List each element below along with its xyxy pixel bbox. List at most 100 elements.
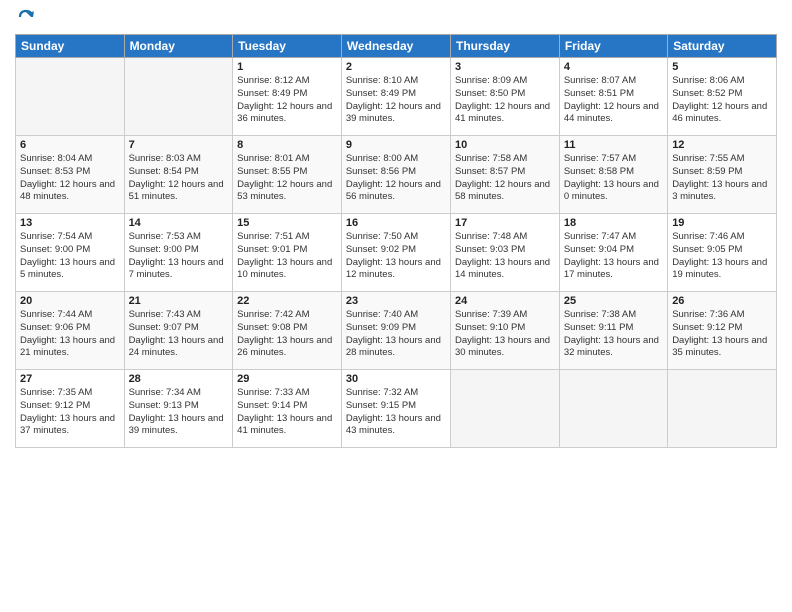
day-number: 2: [346, 61, 446, 73]
day-number: 9: [346, 139, 446, 151]
calendar-week-3: 13 Sunrise: 7:54 AM Sunset: 9:00 PM Dayli…: [16, 214, 777, 292]
calendar-cell: 1 Sunrise: 8:12 AM Sunset: 8:49 PM Daylig…: [233, 58, 342, 136]
calendar-cell: [124, 58, 233, 136]
calendar-cell: 27 Sunrise: 7:35 AM Sunset: 9:12 PM Dayli…: [16, 370, 125, 448]
day-number: 23: [346, 295, 446, 307]
day-info: Sunrise: 7:42 AM Sunset: 9:08 PM Dayligh…: [237, 309, 337, 360]
day-info: Sunrise: 7:32 AM Sunset: 9:15 PM Dayligh…: [346, 387, 446, 438]
calendar-header-monday: Monday: [124, 35, 233, 58]
day-info: Sunrise: 7:46 AM Sunset: 9:05 PM Dayligh…: [672, 231, 772, 282]
day-number: 12: [672, 139, 772, 151]
day-info: Sunrise: 7:40 AM Sunset: 9:09 PM Dayligh…: [346, 309, 446, 360]
calendar-header-saturday: Saturday: [668, 35, 777, 58]
day-info: Sunrise: 7:53 AM Sunset: 9:00 PM Dayligh…: [129, 231, 229, 282]
day-info: Sunrise: 7:44 AM Sunset: 9:06 PM Dayligh…: [20, 309, 120, 360]
day-info: Sunrise: 7:58 AM Sunset: 8:57 PM Dayligh…: [455, 153, 555, 204]
calendar-cell: [16, 58, 125, 136]
day-number: 15: [237, 217, 337, 229]
calendar-cell: 2 Sunrise: 8:10 AM Sunset: 8:49 PM Daylig…: [341, 58, 450, 136]
calendar-cell: 11 Sunrise: 7:57 AM Sunset: 8:58 PM Dayli…: [559, 136, 667, 214]
calendar-header-tuesday: Tuesday: [233, 35, 342, 58]
logo-icon: [17, 8, 35, 26]
day-info: Sunrise: 7:36 AM Sunset: 9:12 PM Dayligh…: [672, 309, 772, 360]
day-info: Sunrise: 8:09 AM Sunset: 8:50 PM Dayligh…: [455, 75, 555, 126]
calendar-cell: 25 Sunrise: 7:38 AM Sunset: 9:11 PM Dayli…: [559, 292, 667, 370]
calendar-cell: 15 Sunrise: 7:51 AM Sunset: 9:01 PM Dayli…: [233, 214, 342, 292]
day-number: 26: [672, 295, 772, 307]
calendar-cell: 12 Sunrise: 7:55 AM Sunset: 8:59 PM Dayli…: [668, 136, 777, 214]
calendar-cell: 30Sunrise: 7:32 AM Sunset: 9:15 PM Dayli…: [341, 370, 450, 448]
calendar-header-thursday: Thursday: [451, 35, 560, 58]
calendar-cell: 8 Sunrise: 8:01 AM Sunset: 8:55 PM Daylig…: [233, 136, 342, 214]
day-info: Sunrise: 7:35 AM Sunset: 9:12 PM Dayligh…: [20, 387, 120, 438]
calendar-cell: 23 Sunrise: 7:40 AM Sunset: 9:09 PM Dayli…: [341, 292, 450, 370]
day-info: Sunrise: 7:39 AM Sunset: 9:10 PM Dayligh…: [455, 309, 555, 360]
day-info: Sunrise: 8:06 AM Sunset: 8:52 PM Dayligh…: [672, 75, 772, 126]
day-number: 18: [564, 217, 663, 229]
day-number: 25: [564, 295, 663, 307]
calendar-cell: 7Sunrise: 8:03 AM Sunset: 8:54 PM Daylig…: [124, 136, 233, 214]
calendar-cell: 3 Sunrise: 8:09 AM Sunset: 8:50 PM Daylig…: [451, 58, 560, 136]
header: [15, 10, 777, 26]
calendar-cell: 4 Sunrise: 8:07 AM Sunset: 8:51 PM Daylig…: [559, 58, 667, 136]
calendar-cell: 20 Sunrise: 7:44 AM Sunset: 9:06 PM Dayli…: [16, 292, 125, 370]
day-info: Sunrise: 7:33 AM Sunset: 9:14 PM Dayligh…: [237, 387, 337, 438]
calendar-cell: [559, 370, 667, 448]
calendar-cell: [668, 370, 777, 448]
calendar-cell: 24 Sunrise: 7:39 AM Sunset: 9:10 PM Dayli…: [451, 292, 560, 370]
day-info: Sunrise: 7:51 AM Sunset: 9:01 PM Dayligh…: [237, 231, 337, 282]
day-number: 24: [455, 295, 555, 307]
day-info: Sunrise: 7:54 AM Sunset: 9:00 PM Dayligh…: [20, 231, 120, 282]
calendar-cell: 22 Sunrise: 7:42 AM Sunset: 9:08 PM Dayli…: [233, 292, 342, 370]
day-info: Sunrise: 8:03 AM Sunset: 8:54 PM Dayligh…: [129, 153, 229, 204]
day-number: 29: [237, 373, 337, 385]
day-number: 5: [672, 61, 772, 73]
calendar-cell: 21 Sunrise: 7:43 AM Sunset: 9:07 PM Dayli…: [124, 292, 233, 370]
day-number: 14: [129, 217, 229, 229]
calendar-cell: 28 Sunrise: 7:34 AM Sunset: 9:13 PM Dayli…: [124, 370, 233, 448]
calendar-cell: 10Sunrise: 7:58 AM Sunset: 8:57 PM Dayli…: [451, 136, 560, 214]
calendar-cell: 26 Sunrise: 7:36 AM Sunset: 9:12 PM Dayli…: [668, 292, 777, 370]
day-info: Sunrise: 8:10 AM Sunset: 8:49 PM Dayligh…: [346, 75, 446, 126]
day-number: 27: [20, 373, 120, 385]
day-info: Sunrise: 7:57 AM Sunset: 8:58 PM Dayligh…: [564, 153, 663, 204]
day-info: Sunrise: 8:07 AM Sunset: 8:51 PM Dayligh…: [564, 75, 663, 126]
day-info: Sunrise: 7:38 AM Sunset: 9:11 PM Dayligh…: [564, 309, 663, 360]
day-info: Sunrise: 7:50 AM Sunset: 9:02 PM Dayligh…: [346, 231, 446, 282]
day-number: 20: [20, 295, 120, 307]
calendar-header-row: SundayMondayTuesdayWednesdayThursdayFrid…: [16, 35, 777, 58]
day-info: Sunrise: 8:00 AM Sunset: 8:56 PM Dayligh…: [346, 153, 446, 204]
day-number: 21: [129, 295, 229, 307]
calendar-header-wednesday: Wednesday: [341, 35, 450, 58]
day-number: 11: [564, 139, 663, 151]
day-info: Sunrise: 7:34 AM Sunset: 9:13 PM Dayligh…: [129, 387, 229, 438]
logo: [15, 10, 35, 26]
calendar-header-sunday: Sunday: [16, 35, 125, 58]
calendar-cell: 29 Sunrise: 7:33 AM Sunset: 9:14 PM Dayli…: [233, 370, 342, 448]
day-number: 13: [20, 217, 120, 229]
day-number: 4: [564, 61, 663, 73]
day-number: 3: [455, 61, 555, 73]
calendar-cell: 13 Sunrise: 7:54 AM Sunset: 9:00 PM Dayli…: [16, 214, 125, 292]
calendar-cell: 9 Sunrise: 8:00 AM Sunset: 8:56 PM Daylig…: [341, 136, 450, 214]
day-info: Sunrise: 8:04 AM Sunset: 8:53 PM Dayligh…: [20, 153, 120, 204]
day-info: Sunrise: 8:01 AM Sunset: 8:55 PM Dayligh…: [237, 153, 337, 204]
calendar-cell: 14 Sunrise: 7:53 AM Sunset: 9:00 PM Dayli…: [124, 214, 233, 292]
day-number: 1: [237, 61, 337, 73]
calendar-cell: 6 Sunrise: 8:04 AM Sunset: 8:53 PM Daylig…: [16, 136, 125, 214]
day-info: Sunrise: 7:48 AM Sunset: 9:03 PM Dayligh…: [455, 231, 555, 282]
day-number: 6: [20, 139, 120, 151]
day-number: 8: [237, 139, 337, 151]
calendar-week-2: 6 Sunrise: 8:04 AM Sunset: 8:53 PM Daylig…: [16, 136, 777, 214]
calendar-cell: 5 Sunrise: 8:06 AM Sunset: 8:52 PM Daylig…: [668, 58, 777, 136]
day-number: 28: [129, 373, 229, 385]
page: SundayMondayTuesdayWednesdayThursdayFrid…: [0, 0, 792, 612]
calendar-cell: 18Sunrise: 7:47 AM Sunset: 9:04 PM Dayli…: [559, 214, 667, 292]
day-info: Sunrise: 7:55 AM Sunset: 8:59 PM Dayligh…: [672, 153, 772, 204]
day-number: 22: [237, 295, 337, 307]
calendar-week-4: 20 Sunrise: 7:44 AM Sunset: 9:06 PM Dayli…: [16, 292, 777, 370]
day-info: Sunrise: 7:43 AM Sunset: 9:07 PM Dayligh…: [129, 309, 229, 360]
calendar-cell: 16Sunrise: 7:50 AM Sunset: 9:02 PM Dayli…: [341, 214, 450, 292]
day-info: Sunrise: 8:12 AM Sunset: 8:49 PM Dayligh…: [237, 75, 337, 126]
calendar-cell: 17Sunrise: 7:48 AM Sunset: 9:03 PM Dayli…: [451, 214, 560, 292]
